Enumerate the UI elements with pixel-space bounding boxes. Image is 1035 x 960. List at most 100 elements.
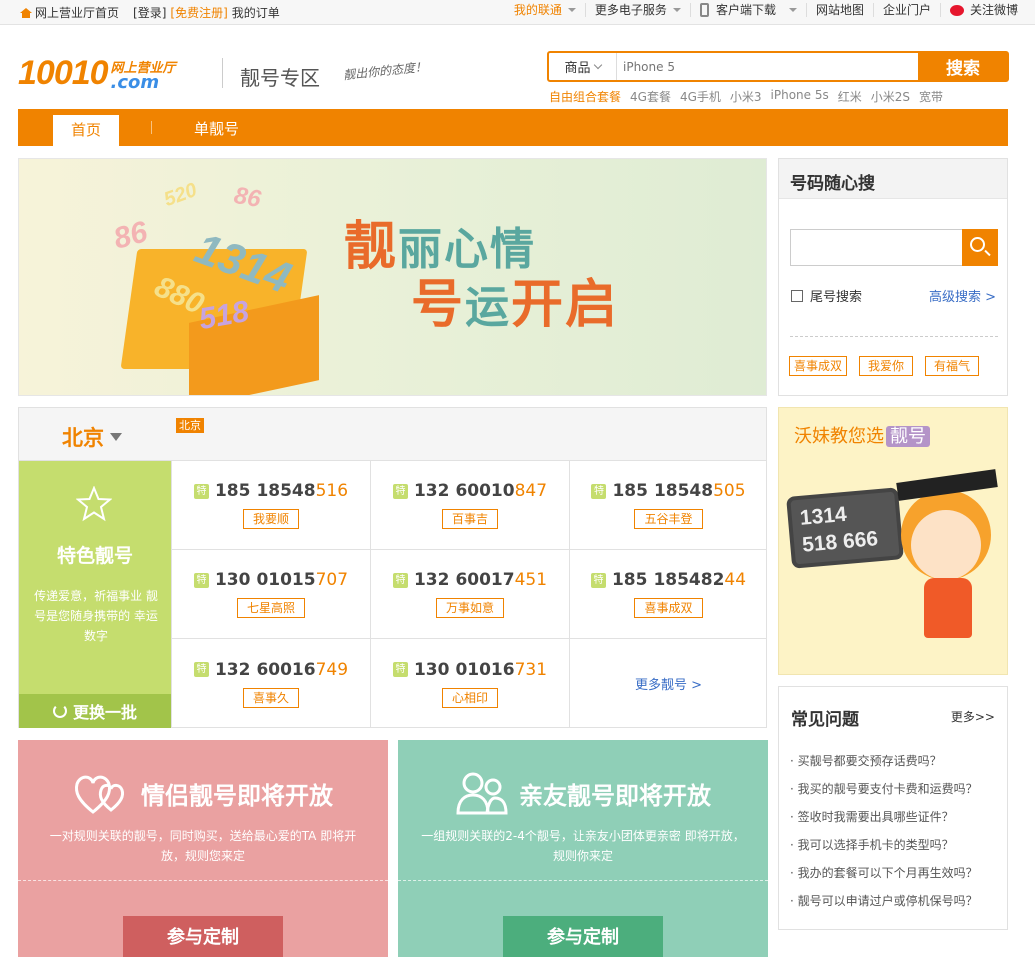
number-prefix: 185 — [611, 570, 648, 590]
quick-tag[interactable]: 有福气 — [925, 356, 980, 376]
phone-icon — [699, 3, 709, 17]
hot-link[interactable]: 4G套餐 — [630, 88, 671, 105]
number-search-input[interactable] — [790, 229, 962, 266]
hot-link[interactable]: 4G手机 — [680, 88, 721, 105]
number-tail: 516 — [315, 481, 349, 501]
home-link[interactable]: 网上营业厅首页 — [35, 4, 119, 21]
logo-domain: .com — [110, 72, 160, 93]
quick-tag[interactable]: 我爱你 — [859, 356, 914, 376]
nav-tab-single[interactable]: 单靓号 — [194, 118, 239, 139]
mascot-face — [911, 510, 981, 580]
people-icon — [456, 772, 508, 815]
special-badge: 特 — [392, 483, 408, 499]
chevron-down-icon — [567, 8, 576, 12]
section-title: 靓号专区 — [240, 66, 320, 90]
number-tail: 505 — [713, 481, 746, 501]
promo-banner[interactable]: 86 1314 880 518 520 86 靓丽心情 号运开启 — [18, 158, 767, 396]
number-prefix: 130 — [214, 570, 251, 590]
hot-link[interactable]: 宽带 — [919, 88, 943, 105]
number-body: 01016 731 — [455, 660, 547, 680]
phone-number: 特 132 60017 451 — [392, 570, 547, 590]
hot-link[interactable]: 自由组合套餐 — [549, 88, 621, 105]
tail-search-checkbox[interactable] — [791, 289, 803, 302]
number-card[interactable]: 特 132 60016 749 喜事久 — [171, 639, 370, 728]
caret-down-icon — [110, 433, 122, 441]
number-meaning-tag: 五谷丰登 — [634, 509, 703, 529]
more-numbers-link[interactable]: 更多靓号 > — [635, 674, 702, 693]
special-badge: 特 — [392, 572, 408, 588]
hot-link[interactable]: iPhone 5s — [771, 88, 829, 105]
divider — [398, 880, 768, 881]
number-card[interactable]: 特 132 60010 847 百事吉 — [370, 461, 569, 550]
hot-links: 自由组合套餐 4G套餐 4G手机 小米3 iPhone 5s 红米 小米2S 宽… — [549, 88, 943, 105]
search-category-label: 商品 — [564, 61, 591, 76]
advanced-search-link[interactable]: 高级搜索 > — [929, 286, 996, 305]
wo-guide-banner[interactable]: 沃妹教您选 靓号 1314 518 666 — [778, 407, 1008, 675]
number-prefix: 185 — [214, 481, 251, 501]
number-card[interactable]: 特 185 18548 505 五谷丰登 — [569, 461, 767, 550]
register-link[interactable]: [免费注册] — [170, 4, 227, 21]
faq-item[interactable]: · 买靓号都要交预存话费吗？ — [790, 747, 1000, 775]
search-category-select[interactable]: 商品 — [549, 53, 617, 80]
family-customize-button[interactable]: 参与定制 — [503, 916, 663, 957]
top-bar-left: 网上营业厅首页 [登录] [免费注册] 我的订单 — [20, 4, 280, 21]
login-link[interactable]: [登录] — [133, 4, 166, 21]
my-orders-link[interactable]: 我的订单 — [232, 4, 280, 21]
hot-link[interactable]: 红米 — [838, 88, 862, 105]
site-logo[interactable]: 10010 网上营业厅 .com — [18, 56, 176, 93]
banner-number: 86 — [231, 181, 263, 214]
number-mid: 18548 — [256, 481, 316, 501]
number-card[interactable]: 特 130 01016 731 心相印 — [370, 639, 569, 728]
phone-number: 特 132 60010 847 — [392, 481, 547, 501]
faq-more-link[interactable]: 更多>> — [951, 708, 995, 725]
number-card[interactable]: 特 185 185482 44 喜事成双 — [569, 550, 767, 639]
number-prefix: 132 — [214, 659, 251, 680]
refresh-icon — [52, 704, 67, 718]
more-services-menu[interactable]: 更多电子服务 — [586, 3, 691, 17]
sitemap-link[interactable]: 网站地图 — [807, 3, 874, 17]
number-mid: 60016 — [256, 659, 316, 680]
divider — [790, 336, 998, 337]
phone-number: 特 130 01015 707 — [193, 570, 348, 590]
faq-item[interactable]: · 签收时我需要出具哪些证件？ — [790, 803, 1000, 831]
banner-headline-big: 靓 — [344, 217, 399, 277]
number-card[interactable]: 特 185 18548 516 我要顺 — [171, 461, 370, 550]
hot-link[interactable]: 小米3 — [730, 88, 762, 105]
my-unicom-menu[interactable]: 我的联通 — [505, 3, 586, 17]
chevron-down-icon — [672, 8, 681, 12]
more-numbers-cell: 更多靓号 > — [569, 639, 767, 728]
phone-number: 特 132 60016 749 — [193, 659, 348, 680]
number-search-button[interactable] — [962, 229, 998, 266]
phone-number: 特 130 01016 731 — [392, 660, 547, 680]
top-bar: 网上营业厅首页 [登录] [免费注册] 我的订单 我的联通 更多电子服务 客户端… — [0, 0, 1035, 25]
quick-tag[interactable]: 喜事成双 — [789, 356, 848, 376]
tail-search-option[interactable]: 尾号搜索 — [791, 286, 862, 305]
hot-link[interactable]: 小米2S — [871, 88, 910, 105]
number-card[interactable]: 特 130 01015 707 七星高照 — [171, 550, 370, 639]
couple-customize-button[interactable]: 参与定制 — [123, 916, 283, 957]
client-download-menu[interactable]: 客户端下载 — [691, 3, 807, 17]
banner-headline-c: 开启 — [511, 275, 620, 335]
number-prefix: 132 — [413, 481, 450, 501]
number-meaning-tag: 喜事久 — [242, 687, 299, 708]
refresh-button[interactable]: 更换一批 — [19, 694, 171, 728]
special-badge: 特 — [193, 483, 209, 499]
faq-item[interactable]: · 我买的靓号要支付卡费和运费吗？ — [790, 775, 1000, 803]
weibo-link[interactable]: 关注微博 — [941, 3, 1027, 17]
faq-item[interactable]: · 靓号可以申请过户或停机保号吗？ — [790, 887, 1000, 915]
number-tail: 44 — [724, 570, 747, 590]
number-body: 18548 505 — [654, 481, 746, 501]
faq-item[interactable]: · 我可以选择手机卡的类型吗？ — [790, 831, 1000, 859]
search-bar: 商品 搜索 — [547, 51, 1009, 82]
enterprise-link[interactable]: 企业门户 — [874, 3, 941, 17]
faq-item[interactable]: · 我办的套餐可以下个月再生效吗？ — [790, 859, 1000, 887]
phone-number: 特 185 18548 505 — [591, 481, 746, 501]
nav-tab-home[interactable]: 首页 — [53, 115, 119, 146]
search-input[interactable] — [617, 53, 918, 80]
phone-number: 特 185 18548 516 — [193, 481, 349, 501]
search-button[interactable]: 搜索 — [918, 52, 1008, 81]
number-tail: 731 — [514, 659, 548, 680]
city-selector[interactable]: 北京 — [62, 422, 122, 452]
number-card[interactable]: 特 132 60017 451 万事如意 — [370, 550, 569, 639]
number-mid: 01016 — [455, 659, 515, 680]
